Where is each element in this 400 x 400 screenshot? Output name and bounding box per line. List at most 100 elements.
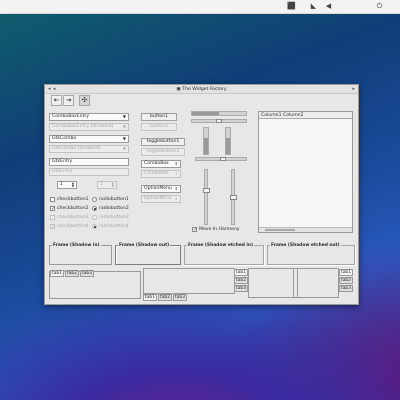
spin-arrows-icon: ▲ ▼ xyxy=(111,181,114,188)
vertical-scale-1-knob[interactable] xyxy=(203,187,210,193)
notebook-right-tab3[interactable]: tab3 xyxy=(339,285,353,292)
updown-icon: ⇕ xyxy=(174,186,178,191)
checkbutton4-box: ✓ xyxy=(50,224,56,230)
chevron-down-icon: ▼ xyxy=(122,146,126,151)
spin-arrows-icon: ▲ ▼ xyxy=(71,181,74,188)
combobox-disabled-value: ComboBox xyxy=(144,171,169,176)
radiobutton2-label[interactable]: radiobutton2 xyxy=(99,206,129,211)
radiobutton3-label: radiobutton3 xyxy=(99,215,129,220)
window-close-icon[interactable]: ▸ xyxy=(352,86,355,92)
tree-view[interactable]: Column1 Column2 xyxy=(258,111,353,233)
radiobutton2-circle[interactable] xyxy=(92,206,97,211)
frame-shadow-out: Frame (Shadow out) xyxy=(115,243,181,265)
notebook-bottom-tab2[interactable]: tab2 xyxy=(158,294,172,301)
radiobutton4-label: radiobutton4 xyxy=(99,224,129,229)
checkbutton1-box[interactable] xyxy=(50,197,55,202)
option-menu-disabled: OptionMenu ⇕ xyxy=(141,195,181,203)
tree-hscrollbar[interactable] xyxy=(259,227,352,232)
radiobutton3-circle xyxy=(92,215,97,220)
horizontal-progress-fill xyxy=(192,112,219,115)
move-in-harmony-check[interactable]: ✓ xyxy=(192,227,197,233)
notebook-left-tab1[interactable]: tab1 xyxy=(234,269,248,276)
combobox-disabled: ComboBox ⇕ xyxy=(141,170,181,178)
spin-button[interactable]: 1 ▲ ▼ xyxy=(57,181,77,189)
notebook-top-tab1[interactable]: tab1 xyxy=(50,270,64,277)
updown-icon: ⇕ xyxy=(174,196,178,201)
checkbutton2-box[interactable]: ✓ xyxy=(50,206,55,212)
frame-shadow-etched-out-label: Frame (Shadow etched out) xyxy=(270,243,341,248)
option-menu[interactable]: OptionMenu ⇕ xyxy=(141,185,181,193)
network-icon[interactable]: ◣ xyxy=(310,3,317,10)
frame-shadow-in-label: Frame (Shadow in) xyxy=(52,243,101,248)
go-last-icon: ⇥ xyxy=(65,96,72,104)
vertical-scale-2-knob[interactable] xyxy=(230,195,237,200)
frame-shadow-etched-in: Frame (Shadow etched in) xyxy=(184,243,264,265)
go-first-icon: ⇤ xyxy=(53,96,60,104)
button2: button2 xyxy=(141,123,177,131)
tree-hscroll-thumb[interactable] xyxy=(265,229,295,231)
vertical-progress-bar-1 xyxy=(203,127,209,155)
togglebutton1[interactable]: togglebutton1 xyxy=(141,138,185,146)
radiobutton1-label[interactable]: radiobutton1 xyxy=(99,197,129,202)
toolbar-button-go-last[interactable]: ⇥ xyxy=(63,95,74,106)
notebook-bottom-tab1[interactable]: tab1 xyxy=(143,294,157,301)
gtk-entry-value: GtkEntry xyxy=(52,159,73,164)
toolbar-button-view[interactable]: ✣ xyxy=(79,95,90,106)
view-switch-icon: ✣ xyxy=(81,96,88,104)
notebook-left xyxy=(248,268,298,298)
vertical-scale-1[interactable] xyxy=(203,169,210,225)
gtk-entry-disabled-value: GtkEntry xyxy=(52,169,73,174)
checkbutton1-label[interactable]: checkbutton1 xyxy=(57,197,89,202)
column2-header[interactable]: Column2 xyxy=(283,113,304,118)
togglebutton2: togglebutton2 xyxy=(141,148,185,156)
chevron-down-icon: ▼ xyxy=(122,136,126,141)
frame-shadow-in: Frame (Shadow in) xyxy=(49,243,112,265)
frame-shadow-etched-in-label: Frame (Shadow etched in) xyxy=(187,243,255,248)
button1[interactable]: button1 xyxy=(141,113,177,121)
notebook-bottom xyxy=(143,268,235,294)
combo-box-entry-value: ComboBoxEntry xyxy=(52,114,89,119)
desktop-top-bar: ⬛ ◣ ◀ ⏻ xyxy=(0,0,400,14)
toolbar-button-go-first[interactable]: ⇤ xyxy=(51,95,62,106)
vertical-progress-fill-2 xyxy=(226,137,230,154)
window-titlebar[interactable]: ◂ ◂ ▣ The Widget Factory ▸ xyxy=(45,85,358,94)
power-icon[interactable]: ⏻ xyxy=(376,3,383,10)
notebook-right-tab2[interactable]: tab2 xyxy=(339,277,353,284)
column1-header[interactable]: Column1 xyxy=(261,113,282,118)
vertical-scale-2[interactable] xyxy=(230,169,237,225)
combo-box-entry[interactable]: ComboBoxEntry ▼ xyxy=(49,113,129,121)
window-title: ▣ The Widget Factory xyxy=(45,87,358,92)
vertical-progress-bar-2 xyxy=(225,127,231,155)
notebook-right-tab1[interactable]: tab1 xyxy=(339,269,353,276)
spin-button-disabled: 1 ▲ ▼ xyxy=(97,181,117,189)
gtk-combo-disabled-value: GtkCombo (disabled) xyxy=(52,146,101,151)
spin-button-value: 1 xyxy=(60,182,63,187)
horizontal-scale-2[interactable] xyxy=(195,157,247,161)
updown-icon: ⇕ xyxy=(174,171,178,176)
combo-box-entry-disabled-value: ComboBoxEntry (disabled) xyxy=(52,124,114,129)
gtk-combo-disabled: GtkCombo (disabled) ▼ xyxy=(49,145,129,153)
checkbutton2-label[interactable]: checkbutton2 xyxy=(57,206,89,211)
notebook-bottom-tab3[interactable]: tab3 xyxy=(173,294,187,301)
notebook-left-tab3[interactable]: tab3 xyxy=(234,285,248,292)
combobox[interactable]: ComboBox ⇕ xyxy=(141,160,181,168)
horizontal-scale[interactable] xyxy=(191,119,247,123)
gtk-entry[interactable]: GtkEntry xyxy=(49,158,129,166)
lock-icon[interactable]: ⬛ xyxy=(287,3,296,10)
horizontal-scale-2-knob[interactable] xyxy=(220,157,226,161)
notebook-top-tab3[interactable]: tab3 xyxy=(80,270,94,277)
volume-icon[interactable]: ◀ xyxy=(325,3,332,10)
option-menu-disabled-value: OptionMenu xyxy=(144,196,172,201)
radiobutton1-circle[interactable] xyxy=(92,197,97,202)
notebook-top-tab2[interactable]: tab2 xyxy=(65,270,79,277)
frame-shadow-out-label: Frame (Shadow out) xyxy=(118,243,171,248)
horizontal-scale-knob[interactable] xyxy=(216,119,222,123)
move-in-harmony-label[interactable]: Move In Harmony xyxy=(199,227,240,232)
horizontal-progress-bar xyxy=(191,111,247,116)
tree-header: Column1 Column2 xyxy=(259,112,352,119)
notebook-left-tab2[interactable]: tab2 xyxy=(234,277,248,284)
checkbutton3-label: checkbutton3 xyxy=(57,215,89,220)
widget-factory-window: ◂ ◂ ▣ The Widget Factory ▸ ⇤ ⇥ ✣ ComboBo… xyxy=(44,84,359,305)
chevron-down-icon: ▼ xyxy=(122,124,126,129)
gtk-combo[interactable]: GtkCombo ▼ xyxy=(49,135,129,143)
